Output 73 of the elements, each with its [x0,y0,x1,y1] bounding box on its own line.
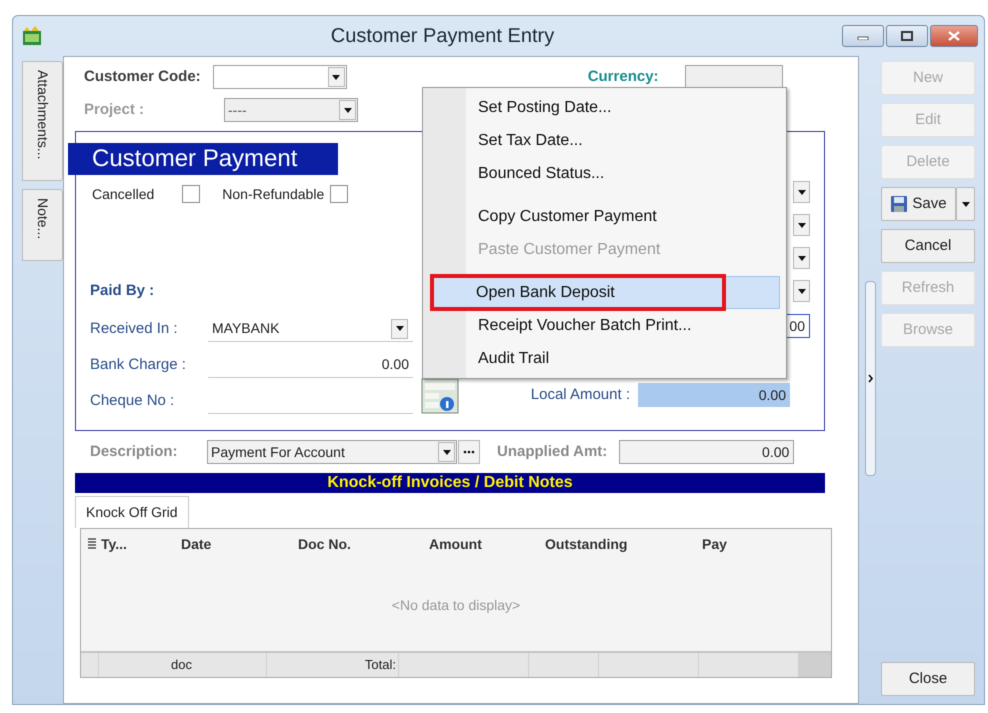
section-label: Paid By : [90,281,156,301]
app-icon [21,25,43,47]
close-window-button[interactable] [930,25,978,47]
window-title: Customer Payment Entry [330,24,556,49]
field-label: Customer Code: [84,66,201,87]
menu-item[interactable]: Set Posting Date... [425,91,784,124]
close-icon [948,31,960,41]
caret-icon [344,108,352,112]
chevron-icon [868,374,872,383]
checkbox-label: Non-Refundable [222,184,324,204]
field-label: Cheque No : [90,390,174,411]
menu-item[interactable]: Receipt Voucher Batch Print... [425,309,784,342]
bank-combo[interactable]: MAYBANK [208,316,413,342]
column-chooser-icon [87,538,97,550]
caret-icon [396,326,404,331]
menu-item[interactable]: Bounced Status... [425,157,784,190]
empty-message: <No data to display> [390,596,522,615]
dropdown-button[interactable] [328,67,345,87]
close-button[interactable]: Close [881,662,975,696]
dropdown-button[interactable] [793,280,810,302]
splitter-handle[interactable] [864,281,876,476]
section-banner: Customer Payment [68,143,338,175]
menu-item[interactable]: Set Tax Date... [425,124,784,157]
checkbox[interactable] [182,185,200,203]
maximize-icon [901,31,913,41]
caret-icon [798,190,806,194]
column-header[interactable]: Ty... [101,534,127,554]
column-header[interactable]: Outstanding [545,534,628,554]
dropdown-button[interactable] [438,442,455,462]
caret-icon [442,450,450,454]
field-label: Bank Charge : [90,354,186,375]
minimize-button[interactable] [842,25,884,47]
field-label: Unapplied Amt: [497,442,608,462]
checkbox[interactable] [330,185,348,203]
column-header[interactable]: Amount [429,534,482,554]
local-amount-field: 0.00 [638,383,790,407]
action-button[interactable]: Cancel [881,229,975,263]
description-combo[interactable]: Payment For Account [207,440,457,464]
checkbox-label: Cancelled [92,184,154,204]
ellipsis-button[interactable] [458,440,480,464]
footer-cell-text: Total: [364,656,396,674]
menu-item[interactable]: Open Bank Deposit [431,276,780,309]
caret-icon [798,222,806,228]
currency-field[interactable] [684,65,783,89]
side-tab[interactable]: Note... [22,189,63,261]
section-header: Knock-off Invoices / Debit Notes [75,473,825,493]
caret-icon [332,74,340,80]
field-label: Local Amount : [530,384,630,405]
footer-cell-text: doc [171,656,192,674]
field-label: Project : [84,100,144,120]
menu-item[interactable]: Audit Trail [425,342,784,375]
column-header[interactable]: Pay [702,534,727,554]
column-header[interactable]: Doc No. [298,534,351,554]
dropdown-button[interactable] [793,181,810,203]
field-label: Currency: [588,66,659,87]
caret-icon [798,288,806,294]
ellipsis-icon [463,450,475,454]
column-header[interactable]: Date [181,534,212,554]
field-label: Received In : [90,318,178,339]
dropdown-button[interactable] [793,214,810,236]
field-label: Description: [90,442,179,462]
grid-tab[interactable]: Knock Off Grid [75,496,189,528]
caret-icon [962,202,970,206]
dropdown-button[interactable] [956,187,975,221]
dropdown-button[interactable] [391,318,408,338]
maximize-button[interactable] [886,25,928,47]
unapplied-amount-field: 0.00 [619,440,794,464]
dropdown-button[interactable] [793,247,810,269]
menu-item[interactable]: Copy Customer Payment [425,200,784,233]
caret-icon [798,256,806,260]
side-tab[interactable]: Attachments... [22,61,63,181]
save-button[interactable]: Save [881,187,956,221]
amount-field[interactable]: 0.00 [208,352,413,378]
